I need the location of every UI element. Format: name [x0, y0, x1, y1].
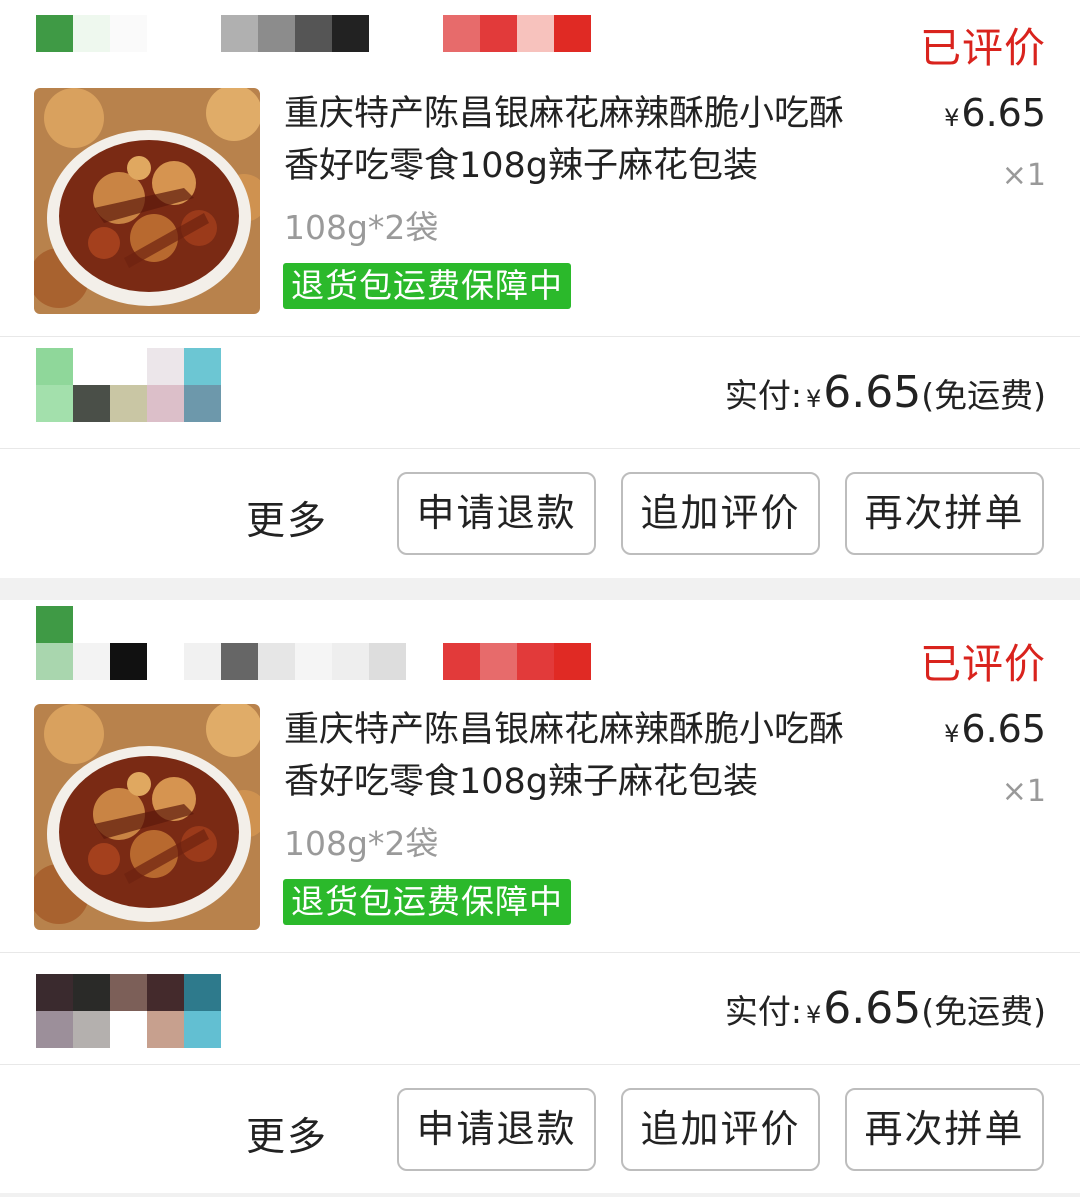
divider: [0, 336, 1080, 337]
more-button[interactable]: 更多: [246, 490, 328, 546]
order-card: 已评价 重庆特产陈昌银麻花麻辣酥脆小吃酥 香好吃零食108g辣子麻花包装 ¥6.…: [0, 0, 1080, 578]
apply-refund-button[interactable]: 申请退款: [397, 1088, 596, 1171]
order-status: 已评价: [920, 24, 1046, 72]
quantity: ×1: [1001, 158, 1046, 193]
paid-label: 实付:: [724, 992, 802, 1031]
order-status: 已评价: [920, 640, 1046, 688]
product-title-line1: 重庆特产陈昌银麻花麻辣酥脆小吃酥: [284, 710, 845, 750]
return-shipping-guarantee-badge: 退货包运费保障中: [283, 879, 571, 925]
unit-price-value: 6.65: [961, 91, 1046, 135]
paid-total: 实付: ¥6.65(免运费): [725, 983, 1046, 1034]
unit-price-value: 6.65: [961, 707, 1046, 751]
paid-amount: 6.65: [823, 367, 922, 418]
shipping-note: (免运费): [921, 992, 1046, 1031]
redacted-order-info: [36, 348, 221, 422]
divider: [0, 952, 1080, 953]
product-photo-icon: [34, 704, 260, 930]
product-title-line2: 香好吃零食108g辣子麻花包装: [284, 146, 759, 186]
product-image[interactable]: [34, 88, 260, 314]
divider: [0, 448, 1080, 449]
order-card: 已评价 重庆特产陈昌银麻花麻辣酥脆小吃酥 香好吃零食108g辣子麻花包装 ¥6.…: [0, 600, 1080, 1197]
product-title[interactable]: 重庆特产陈昌银麻花麻辣酥脆小吃酥 香好吃零食108g辣子麻花包装: [284, 704, 924, 808]
add-review-button[interactable]: 追加评价: [621, 472, 820, 555]
apply-refund-button[interactable]: 申请退款: [397, 472, 596, 555]
more-button[interactable]: 更多: [246, 1106, 328, 1162]
redacted-shop-name: [36, 606, 591, 680]
return-shipping-guarantee-badge: 退货包运费保障中: [283, 263, 571, 309]
paid-label: 实付:: [724, 376, 802, 415]
product-title-line1: 重庆特产陈昌银麻花麻辣酥脆小吃酥: [284, 94, 845, 134]
currency-symbol: ¥: [806, 1001, 822, 1029]
reorder-button[interactable]: 再次拼单: [845, 1088, 1044, 1171]
bottom-separator: [0, 1193, 1080, 1197]
unit-price: ¥6.65: [944, 91, 1046, 135]
quantity: ×1: [1001, 774, 1046, 809]
product-spec: 108g*2袋: [284, 208, 439, 247]
currency-symbol: ¥: [944, 720, 960, 748]
product-title[interactable]: 重庆特产陈昌银麻花麻辣酥脆小吃酥 香好吃零食108g辣子麻花包装: [284, 88, 924, 192]
product-photo-icon: [34, 88, 260, 314]
add-review-button[interactable]: 追加评价: [621, 1088, 820, 1171]
paid-total: 实付: ¥6.65(免运费): [725, 367, 1046, 418]
redacted-shop-name: [36, 15, 591, 52]
divider: [0, 1064, 1080, 1065]
paid-amount: 6.65: [823, 983, 922, 1034]
redacted-order-info: [36, 974, 221, 1048]
product-title-line2: 香好吃零食108g辣子麻花包装: [284, 762, 759, 802]
product-spec: 108g*2袋: [284, 824, 439, 863]
currency-symbol: ¥: [944, 104, 960, 132]
product-image[interactable]: [34, 704, 260, 930]
unit-price: ¥6.65: [944, 707, 1046, 751]
shipping-note: (免运费): [921, 376, 1046, 415]
reorder-button[interactable]: 再次拼单: [845, 472, 1044, 555]
order-separator: [0, 578, 1080, 600]
currency-symbol: ¥: [806, 385, 822, 413]
